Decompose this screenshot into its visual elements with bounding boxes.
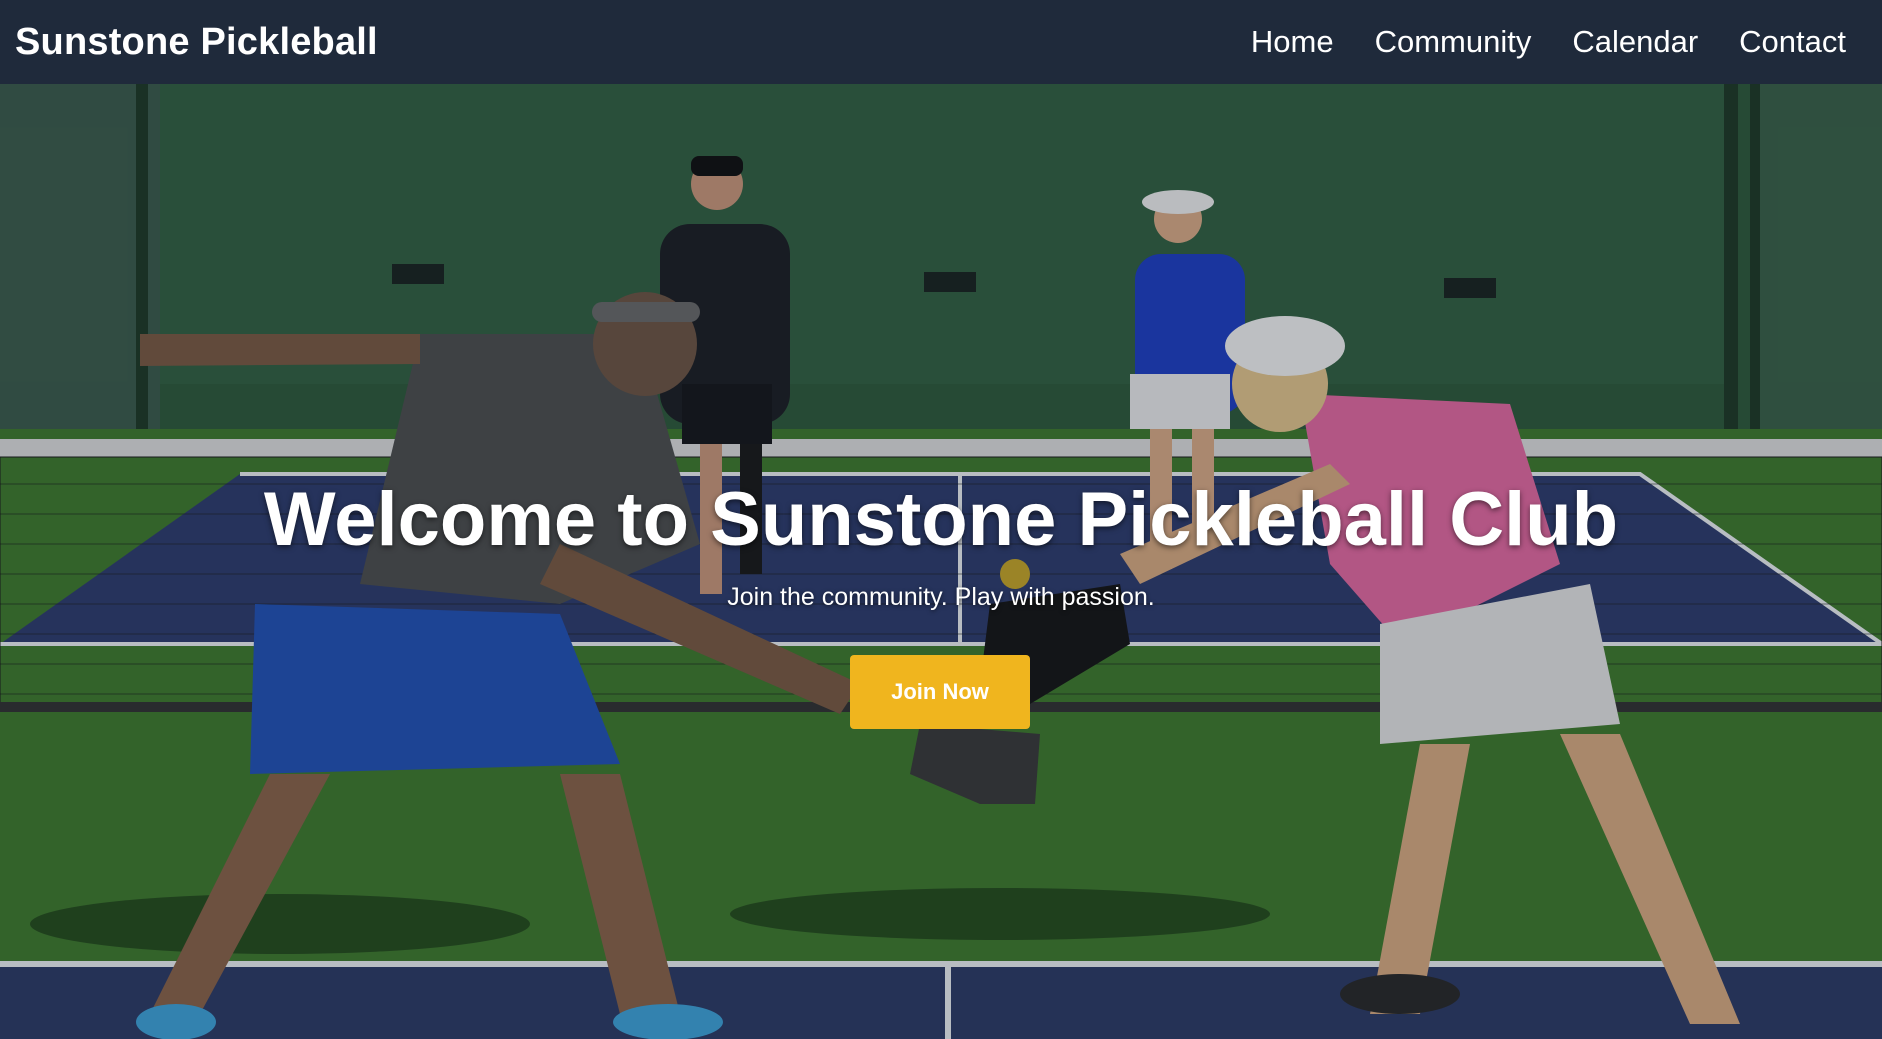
hero-section: Welcome to Sunstone Pickleball Club Join… — [0, 84, 1882, 1039]
brand-logo-link[interactable]: Sunstone Pickleball — [15, 21, 378, 64]
nav-link-contact[interactable]: Contact — [1739, 24, 1846, 60]
navbar: Sunstone Pickleball Home Community Calen… — [0, 0, 1882, 84]
nav-link-calendar[interactable]: Calendar — [1572, 24, 1698, 60]
join-now-button[interactable]: Join Now — [850, 655, 1030, 729]
nav-link-community[interactable]: Community — [1375, 24, 1532, 60]
hero-content: Welcome to Sunstone Pickleball Club Join… — [0, 84, 1882, 1039]
nav-links: Home Community Calendar Contact — [1251, 24, 1846, 60]
nav-link-home[interactable]: Home — [1251, 24, 1334, 60]
hero-title: Welcome to Sunstone Pickleball Club — [263, 477, 1619, 562]
hero-subtitle: Join the community. Play with passion. — [727, 583, 1155, 611]
